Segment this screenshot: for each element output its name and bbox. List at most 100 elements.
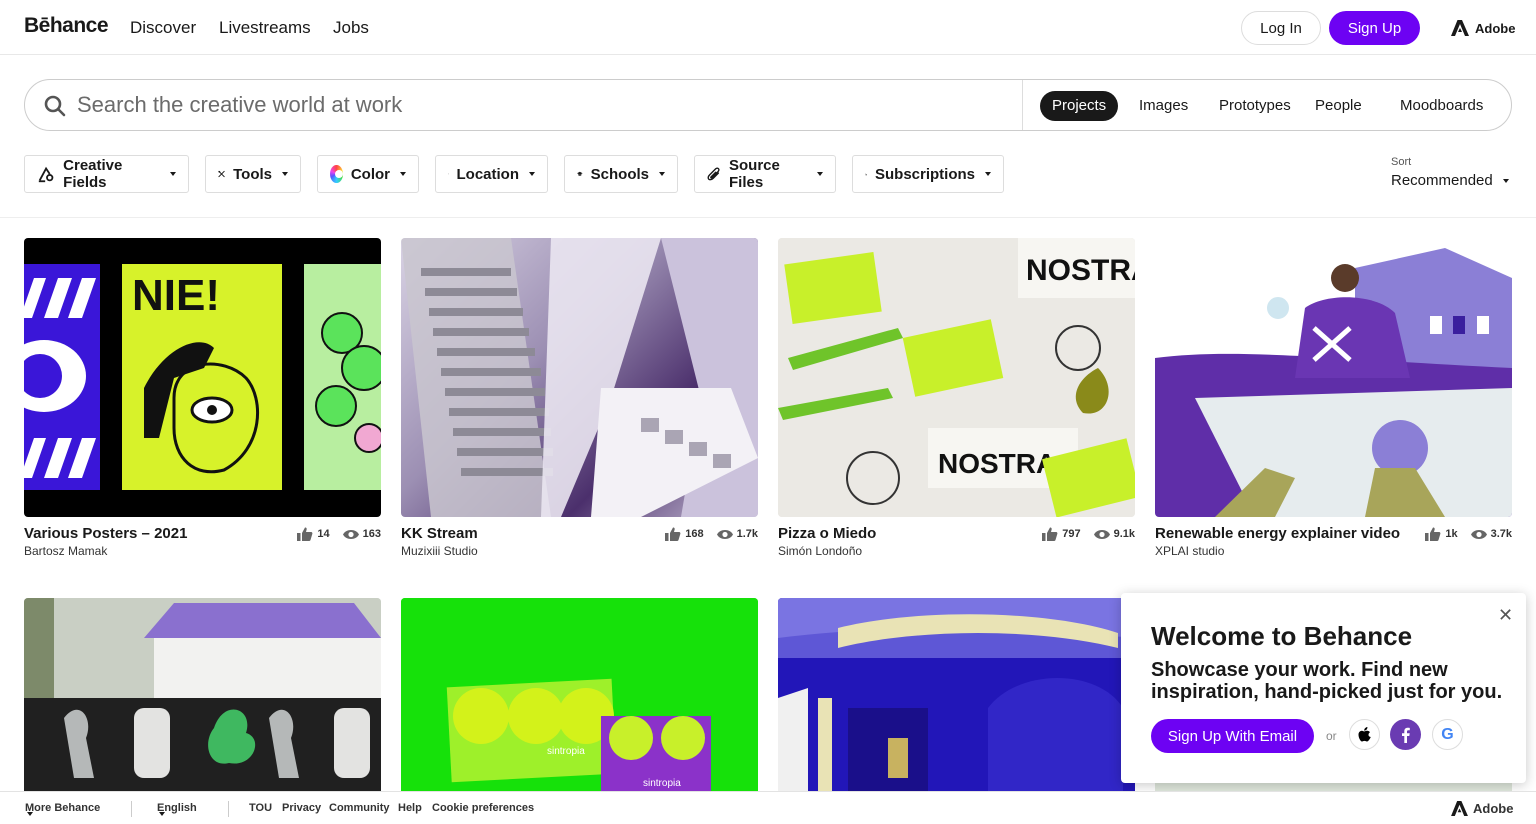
project-card[interactable]: KK Stream Muzixiii Studio 168 1.7k — [401, 238, 758, 558]
footer-link-privacy[interactable]: Privacy — [282, 802, 321, 814]
signup-email-button[interactable]: Sign Up With Email — [1151, 719, 1314, 753]
eye-icon — [1093, 529, 1110, 539]
footer-adobe-link[interactable]: Adobe — [1451, 801, 1513, 816]
tab-prototypes[interactable]: Prototypes — [1207, 91, 1303, 121]
divider — [0, 217, 1536, 218]
filter-subscriptions[interactable]: Subscriptions — [852, 155, 1004, 193]
apple-signin-button[interactable] — [1349, 719, 1380, 750]
project-thumbnail[interactable] — [401, 238, 758, 517]
filter-label: Source Files — [728, 157, 780, 191]
project-author[interactable]: Bartosz Mamak — [24, 544, 107, 558]
chevron-down-icon — [529, 172, 535, 176]
location-pin-icon — [448, 173, 449, 175]
welcome-body: Showcase your work. Find new inspiration… — [1151, 659, 1503, 703]
glass-sculpture-artwork — [401, 238, 758, 517]
nav-livestreams[interactable]: Livestreams — [219, 18, 311, 38]
footer-link-community[interactable]: Community — [329, 802, 390, 814]
project-card[interactable]: sintropia sintropia — [401, 598, 758, 791]
welcome-popup: ✕ Welcome to Behance Showcase your work.… — [1121, 593, 1526, 783]
poster-title: NIE! — [132, 271, 220, 320]
nav-discover[interactable]: Discover — [130, 18, 196, 38]
filter-schools[interactable]: Schools — [564, 155, 678, 193]
project-title[interactable]: Renewable energy explainer video — [1155, 525, 1400, 542]
project-stats: 797 9.1k — [1034, 527, 1135, 541]
project-title[interactable]: Various Posters – 2021 — [24, 525, 187, 542]
thumbs-up-icon — [665, 527, 681, 541]
project-author[interactable]: Simón Londoño — [778, 544, 862, 558]
chevron-down-icon — [159, 812, 165, 816]
project-title[interactable]: KK Stream — [401, 525, 478, 542]
project-stats: 14 163 — [289, 527, 381, 541]
filter-label: Tools — [233, 165, 272, 183]
project-card[interactable]: NOSTRA NOSTRA Pizza o Miedo Simón Londoñ… — [778, 238, 1135, 558]
close-icon[interactable]: ✕ — [1498, 605, 1513, 626]
signup-button[interactable]: Sign Up — [1329, 11, 1420, 45]
sort-dropdown[interactable]: Sort Recommended — [1391, 156, 1509, 189]
search-icon — [44, 95, 66, 117]
footer: More Behance English TOU Privacy Communi… — [0, 791, 1536, 824]
paperclip-icon — [707, 167, 720, 181]
project-card[interactable]: Renewable energy explainer video XPLAI s… — [1155, 238, 1512, 558]
project-thumbnail[interactable] — [24, 598, 381, 791]
welcome-title: Welcome to Behance — [1151, 621, 1413, 651]
chevron-down-icon — [170, 172, 176, 176]
filter-label: Color — [350, 165, 390, 183]
tab-people[interactable]: People — [1303, 91, 1374, 121]
project-stats: 168 1.7k — [657, 527, 758, 541]
project-thumbnail[interactable] — [778, 598, 1135, 791]
google-signin-button[interactable]: G — [1432, 719, 1463, 750]
project-title[interactable]: Pizza o Miedo — [778, 525, 876, 542]
footer-link-cookie-preferences[interactable]: Cookie preferences — [432, 802, 534, 814]
color-wheel-icon — [330, 165, 343, 183]
adobe-link[interactable]: Adobe — [1451, 18, 1515, 38]
project-thumbnail[interactable]: NOSTRA NOSTRA — [778, 238, 1135, 517]
tab-images[interactable]: Images — [1127, 91, 1200, 121]
pizza-branding-artwork: NOSTRA NOSTRA — [778, 238, 1135, 517]
adobe-icon — [1451, 801, 1468, 816]
chevron-down-icon — [817, 172, 823, 176]
project-author[interactable]: XPLAI studio — [1155, 544, 1224, 558]
chevron-down-icon — [985, 172, 991, 176]
filter-color[interactable]: Color — [317, 155, 419, 193]
tab-projects[interactable]: Projects — [1040, 91, 1119, 121]
project-author[interactable]: Muzixiii Studio — [401, 544, 478, 558]
chevron-down-icon — [659, 172, 665, 176]
project-thumbnail[interactable]: NIE! — [24, 238, 381, 517]
filter-creative-fields[interactable]: Creative Fields — [24, 155, 189, 193]
sintropia-artwork: sintropia sintropia — [401, 598, 758, 791]
login-button[interactable]: Log In — [1241, 11, 1321, 45]
adobe-icon — [1451, 20, 1469, 36]
nav-jobs[interactable]: Jobs — [333, 18, 369, 38]
views-count: 9.1k — [1113, 528, 1135, 540]
more-behance-dropdown[interactable]: More Behance — [25, 802, 101, 816]
footer-link-tou[interactable]: TOU — [249, 802, 272, 814]
subscriptions-icon — [865, 173, 867, 175]
filter-tools[interactable]: Tools — [205, 155, 301, 193]
chevron-down-icon — [1502, 178, 1509, 183]
project-thumbnail[interactable] — [1155, 238, 1512, 517]
filter-label: Location — [456, 165, 520, 183]
footer-link-help[interactable]: Help — [398, 802, 422, 814]
illustration-artwork — [778, 598, 1135, 791]
filter-label: Creative Fields — [63, 157, 123, 191]
project-card[interactable]: NIE! Various Posters – 2021 Bartosz Mama… — [24, 238, 381, 558]
tools-icon — [218, 170, 225, 178]
language-dropdown[interactable]: English — [157, 802, 197, 816]
project-thumbnail[interactable]: sintropia sintropia — [401, 598, 758, 791]
views-count: 163 — [362, 528, 381, 540]
behance-logo[interactable]: Bēhance — [24, 14, 109, 38]
more-behance-label: More Behance — [25, 802, 101, 814]
brand-name: NOSTRA — [1026, 254, 1135, 287]
filter-location[interactable]: Location — [435, 155, 548, 193]
project-card[interactable] — [24, 598, 381, 791]
chevron-down-icon — [400, 172, 406, 176]
project-card[interactable] — [778, 598, 1135, 791]
footer-adobe-label: Adobe — [1473, 801, 1514, 816]
brand-name: NOSTRA — [938, 448, 1056, 479]
facebook-signin-button[interactable] — [1390, 719, 1421, 750]
filter-source-files[interactable]: Source Files — [694, 155, 836, 193]
search-input[interactable] — [77, 88, 1017, 122]
likes-count: 14 — [317, 528, 330, 540]
tab-moodboards[interactable]: Moodboards — [1388, 91, 1495, 121]
likes-count: 797 — [1062, 528, 1081, 540]
